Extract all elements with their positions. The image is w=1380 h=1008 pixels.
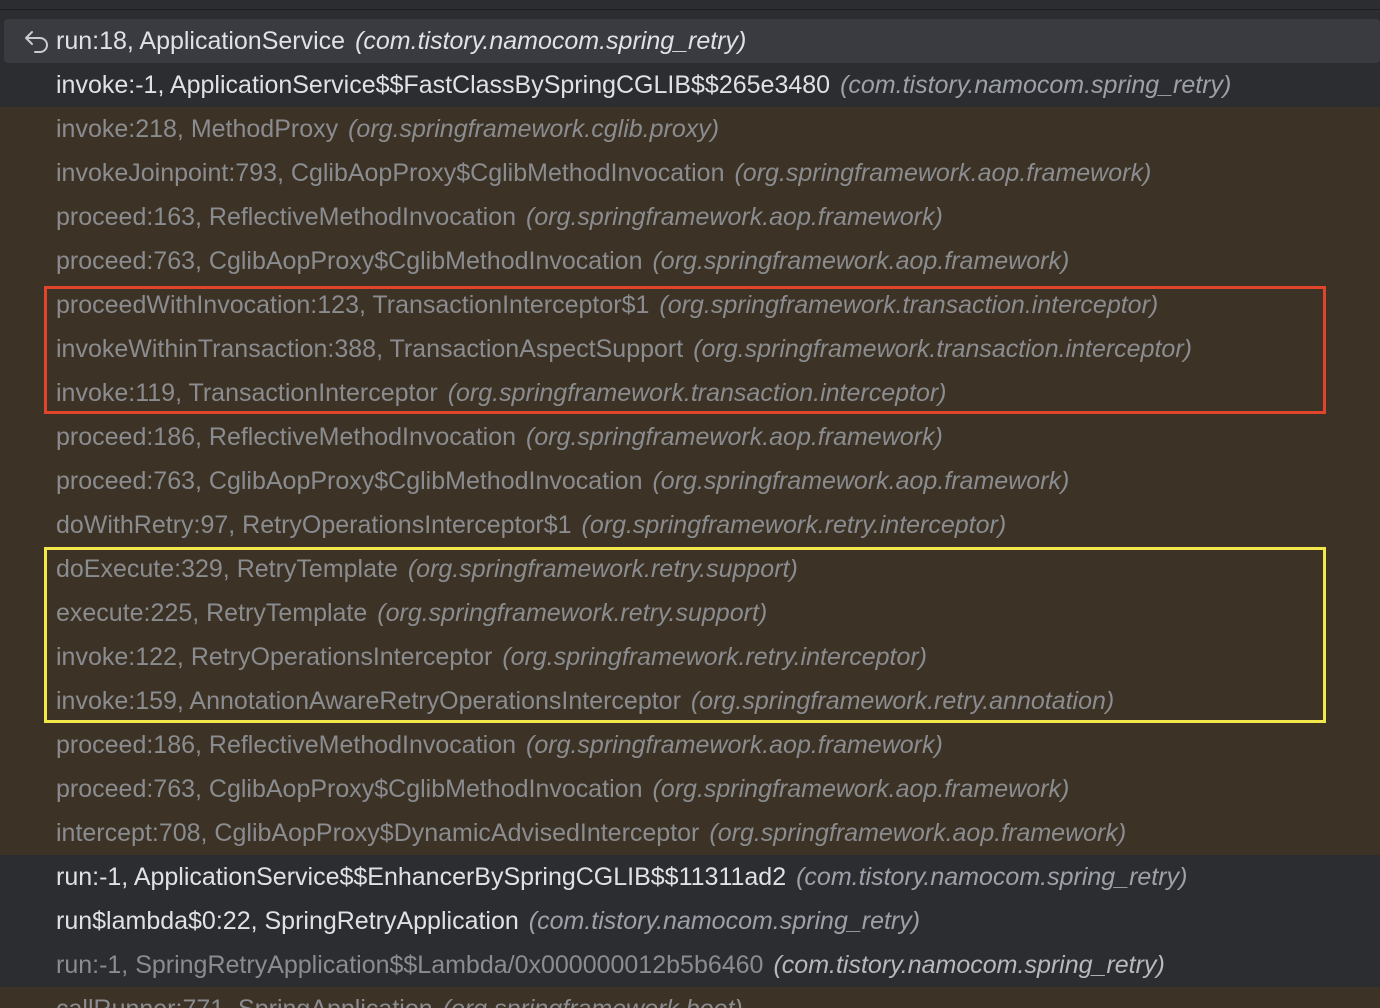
stack-frame[interactable]: invoke:159, AnnotationAwareRetryOperatio… [0, 679, 1380, 723]
stack-frame[interactable]: run:-1, ApplicationService$$EnhancerBySp… [0, 855, 1380, 899]
frame-method: invoke:218, MethodProxy [56, 115, 339, 143]
frame-package: (org.springframework.aop.framework) [652, 467, 1070, 495]
frame-method: invokeWithinTransaction:388, Transaction… [56, 335, 684, 363]
frame-package: (org.springframework.retry.annotation) [690, 687, 1115, 715]
frame-package: (org.springframework.retry.support) [407, 555, 798, 583]
frame-method: run:18, ApplicationService [56, 27, 346, 55]
frame-method: proceed:763, CglibAopProxy$CglibMethodIn… [56, 775, 643, 803]
frame-package: (org.springframework.boot) [443, 995, 743, 1008]
stack-frame[interactable]: callRunner:771, SpringApplication (org.sp… [0, 987, 1380, 1008]
frame-method: run:-1, ApplicationService$$EnhancerBySp… [56, 863, 787, 891]
frame-package: (com.tistory.namocom.spring_retry) [773, 951, 1165, 979]
debugger-frames-panel: run:18, ApplicationService (com.tistory.n… [0, 0, 1380, 1008]
stack-frame[interactable]: proceed:763, CglibAopProxy$CglibMethodIn… [0, 767, 1380, 811]
frame-package: (org.springframework.aop.framework) [526, 731, 943, 759]
frame-method: intercept:708, CglibAopProxy$DynamicAdvi… [56, 819, 700, 847]
frames-list: run:18, ApplicationService (com.tistory.n… [0, 19, 1380, 1008]
stack-frame[interactable]: proceed:186, ReflectiveMethodInvocation (… [0, 723, 1380, 767]
frame-package: (com.tistory.namocom.spring_retry) [355, 27, 747, 55]
frame-method: invokeJoinpoint:793, CglibAopProxy$Cglib… [56, 159, 725, 187]
frame-method: run:-1, SpringRetryApplication$$Lambda/0… [56, 951, 764, 979]
frame-method: doExecute:329, RetryTemplate [56, 555, 398, 583]
stack-frame[interactable]: proceed:163, ReflectiveMethodInvocation (… [0, 195, 1380, 239]
frame-method: proceed:163, ReflectiveMethodInvocation [56, 203, 517, 231]
frame-method: invoke:122, RetryOperationsInterceptor [56, 643, 493, 671]
frame-package: (org.springframework.aop.framework) [526, 423, 943, 451]
stack-frame[interactable]: proceed:763, CglibAopProxy$CglibMethodIn… [0, 459, 1380, 503]
stack-frame[interactable]: execute:225, RetryTemplate (org.springfra… [0, 591, 1380, 635]
stack-frame-selected[interactable]: run:18, ApplicationService (com.tistory.n… [4, 19, 1380, 63]
stack-frame[interactable]: doExecute:329, RetryTemplate (org.springf… [0, 547, 1380, 591]
stack-frame[interactable]: proceed:763, CglibAopProxy$CglibMethodIn… [0, 239, 1380, 283]
frame-method: proceed:186, ReflectiveMethodInvocation [56, 731, 517, 759]
stack-frame[interactable]: invoke:119, TransactionInterceptor (org.s… [0, 371, 1380, 415]
stack-frame[interactable]: proceed:186, ReflectiveMethodInvocation (… [0, 415, 1380, 459]
panel-top-border [0, 0, 1380, 10]
frame-package: (org.springframework.aop.framework) [734, 159, 1152, 187]
stack-frame[interactable]: invokeJoinpoint:793, CglibAopProxy$Cglib… [0, 151, 1380, 195]
frame-package: (com.tistory.namocom.spring_retry) [796, 863, 1188, 891]
frame-method: invoke:-1, ApplicationService$$FastClass… [56, 71, 831, 99]
stack-frame[interactable]: proceedWithInvocation:123, TransactionIn… [0, 283, 1380, 327]
frame-method: doWithRetry:97, RetryOperationsIntercept… [56, 511, 572, 539]
frame-package: (org.springframework.aop.framework) [652, 775, 1070, 803]
stack-frame[interactable]: invoke:218, MethodProxy (org.springframew… [0, 107, 1380, 151]
frame-package: (org.springframework.aop.framework) [526, 203, 943, 231]
frame-package: (com.tistory.namocom.spring_retry) [840, 71, 1232, 99]
frame-package: (org.springframework.retry.support) [377, 599, 768, 627]
stack-frame[interactable]: intercept:708, CglibAopProxy$DynamicAdvi… [0, 811, 1380, 855]
stack-frame[interactable]: invoke:122, RetryOperationsInterceptor (o… [0, 635, 1380, 679]
frame-method: proceed:763, CglibAopProxy$CglibMethodIn… [56, 247, 643, 275]
frame-package: (org.springframework.cglib.proxy) [348, 115, 720, 143]
frame-package: (org.springframework.aop.framework) [709, 819, 1127, 847]
frame-method: proceed:763, CglibAopProxy$CglibMethodIn… [56, 467, 643, 495]
stack-frame[interactable]: invokeWithinTransaction:388, Transaction… [0, 327, 1380, 371]
frame-method: proceed:186, ReflectiveMethodInvocation [56, 423, 517, 451]
frame-method: invoke:119, TransactionInterceptor [56, 379, 438, 407]
stack-frame[interactable]: run:-1, SpringRetryApplication$$Lambda/0… [0, 943, 1380, 987]
frame-method: execute:225, RetryTemplate [56, 599, 368, 627]
frame-method: callRunner:771, SpringApplication [56, 995, 433, 1008]
stack-frame[interactable]: invoke:-1, ApplicationService$$FastClass… [0, 63, 1380, 107]
frame-method: run$lambda$0:22, SpringRetryApplication [56, 907, 519, 935]
stack-frame[interactable]: run$lambda$0:22, SpringRetryApplication (… [0, 899, 1380, 943]
frame-package: (org.springframework.retry.interceptor) [581, 511, 1007, 539]
frame-package: (org.springframework.transaction.interce… [693, 335, 1192, 363]
frame-package: (org.springframework.transaction.interce… [447, 379, 947, 407]
frame-package: (org.springframework.retry.interceptor) [502, 643, 928, 671]
frame-method: proceedWithInvocation:123, TransactionIn… [56, 291, 650, 319]
return-arrow-icon [25, 31, 48, 53]
frame-package: (org.springframework.transaction.interce… [659, 291, 1159, 319]
frame-method: invoke:159, AnnotationAwareRetryOperatio… [56, 687, 681, 715]
frame-package: (org.springframework.aop.framework) [652, 247, 1070, 275]
stack-frame[interactable]: doWithRetry:97, RetryOperationsIntercept… [0, 503, 1380, 547]
frame-package: (com.tistory.namocom.spring_retry) [528, 907, 921, 935]
